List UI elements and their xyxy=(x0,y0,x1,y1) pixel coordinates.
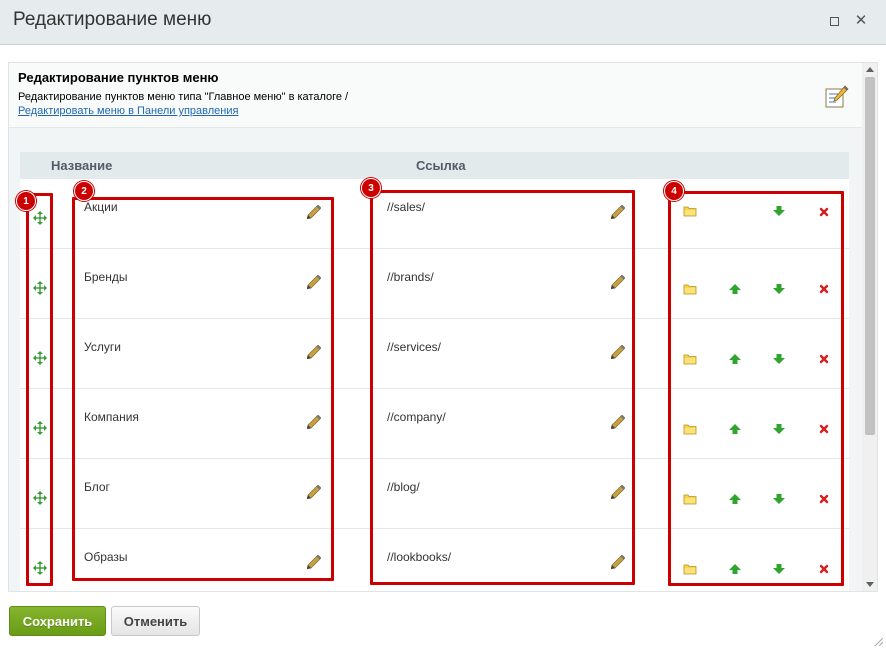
menu-items-table: Название Ссылка Акции //sales/Бренды //bra… xyxy=(20,152,849,591)
close-icon[interactable]: ✕ xyxy=(853,13,869,29)
move-up-icon[interactable] xyxy=(728,492,742,506)
drag-handle-icon[interactable] xyxy=(33,421,47,435)
move-down-icon[interactable] xyxy=(772,352,786,366)
folder-icon[interactable] xyxy=(683,422,697,436)
item-url: //sales/ xyxy=(387,200,426,214)
cancel-button[interactable]: Отменить xyxy=(111,606,200,636)
edit-name-pencil-icon[interactable] xyxy=(306,414,322,430)
edit-url-pencil-icon[interactable] xyxy=(610,484,626,500)
delete-icon[interactable] xyxy=(817,205,831,219)
move-down-icon[interactable] xyxy=(772,282,786,296)
scroll-thumb[interactable] xyxy=(865,77,875,435)
table-row: Акции //sales/ xyxy=(20,179,849,249)
move-up-icon[interactable] xyxy=(728,282,742,296)
folder-icon[interactable] xyxy=(683,562,697,576)
title-bar: Редактирование меню ✕ xyxy=(0,0,886,45)
edit-name-pencil-icon[interactable] xyxy=(306,274,322,290)
save-button[interactable]: Сохранить xyxy=(9,606,106,636)
edit-name-pencil-icon[interactable] xyxy=(306,204,322,220)
item-url: //brands/ xyxy=(387,270,434,284)
control-panel-link[interactable]: Редактировать меню в Панели управления xyxy=(18,105,238,117)
item-name: Акции xyxy=(84,200,118,214)
edit-url-pencil-icon[interactable] xyxy=(610,554,626,570)
folder-icon[interactable] xyxy=(683,282,697,296)
folder-icon[interactable] xyxy=(683,492,697,506)
move-down-icon[interactable] xyxy=(772,492,786,506)
item-name: Блог xyxy=(84,480,110,494)
column-name-header: Название xyxy=(51,158,113,173)
header-block: Редактирование пунктов меню Редактирован… xyxy=(9,63,862,128)
drag-handle-icon[interactable] xyxy=(33,211,47,225)
window-title: Редактирование меню xyxy=(13,9,212,30)
table-row: Бренды //brands/ xyxy=(20,249,849,319)
delete-icon[interactable] xyxy=(817,492,831,506)
header-description: Редактирование пунктов меню типа "Главно… xyxy=(18,91,349,103)
annotation-badge-2: 2 xyxy=(74,181,94,201)
edit-url-pencil-icon[interactable] xyxy=(610,344,626,360)
drag-handle-icon[interactable] xyxy=(33,561,47,575)
table-row: Компания //company/ xyxy=(20,389,849,459)
move-down-icon[interactable] xyxy=(772,204,786,218)
item-name: Компания xyxy=(84,410,139,424)
item-url: //services/ xyxy=(387,340,442,354)
table-row: Образы //lookbooks/ xyxy=(20,529,849,591)
item-url: //company/ xyxy=(387,410,446,424)
vertical-scrollbar[interactable] xyxy=(862,63,877,591)
edit-document-icon xyxy=(825,85,849,108)
item-name: Образы xyxy=(84,550,128,564)
column-link-header: Ссылка xyxy=(416,158,466,173)
table-header: Название Ссылка xyxy=(20,152,849,179)
move-up-icon[interactable] xyxy=(728,562,742,576)
item-url: //lookbooks/ xyxy=(387,550,452,564)
drag-handle-icon[interactable] xyxy=(33,281,47,295)
move-up-icon[interactable] xyxy=(728,422,742,436)
folder-icon[interactable] xyxy=(683,204,697,218)
edit-url-pencil-icon[interactable] xyxy=(610,204,626,220)
edit-name-pencil-icon[interactable] xyxy=(306,554,322,570)
delete-icon[interactable] xyxy=(817,282,831,296)
item-name: Бренды xyxy=(84,270,128,284)
dialog-footer: Сохранить Отменить xyxy=(0,592,886,649)
edit-url-pencil-icon[interactable] xyxy=(610,414,626,430)
delete-icon[interactable] xyxy=(817,422,831,436)
scroll-down-icon[interactable] xyxy=(866,582,874,587)
table-row: Услуги //services/ xyxy=(20,319,849,389)
folder-icon[interactable] xyxy=(683,352,697,366)
delete-icon[interactable] xyxy=(817,352,831,366)
annotation-badge-1: 1 xyxy=(16,191,36,211)
move-down-icon[interactable] xyxy=(772,562,786,576)
scroll-up-icon[interactable] xyxy=(866,67,874,72)
move-up-icon[interactable] xyxy=(728,352,742,366)
edit-name-pencil-icon[interactable] xyxy=(306,484,322,500)
delete-icon[interactable] xyxy=(817,562,831,576)
header-title: Редактирование пунктов меню xyxy=(18,70,219,85)
edit-name-pencil-icon[interactable] xyxy=(306,344,322,360)
drag-handle-icon[interactable] xyxy=(33,491,47,505)
move-down-icon[interactable] xyxy=(772,422,786,436)
item-name: Услуги xyxy=(84,340,121,354)
edit-url-pencil-icon[interactable] xyxy=(610,274,626,290)
drag-handle-icon[interactable] xyxy=(33,351,47,365)
annotation-badge-4: 4 xyxy=(664,181,684,201)
item-url: //blog/ xyxy=(387,480,420,494)
edit-menu-dialog: Редактирование меню ✕ Редактирование пун… xyxy=(0,0,886,649)
table-row: Блог //blog/ xyxy=(20,459,849,529)
dialog-content: Редактирование пунктов меню Редактирован… xyxy=(8,62,878,592)
maximize-icon[interactable] xyxy=(826,13,842,29)
annotation-badge-3: 3 xyxy=(361,178,381,198)
resize-grip-icon[interactable] xyxy=(873,636,883,646)
